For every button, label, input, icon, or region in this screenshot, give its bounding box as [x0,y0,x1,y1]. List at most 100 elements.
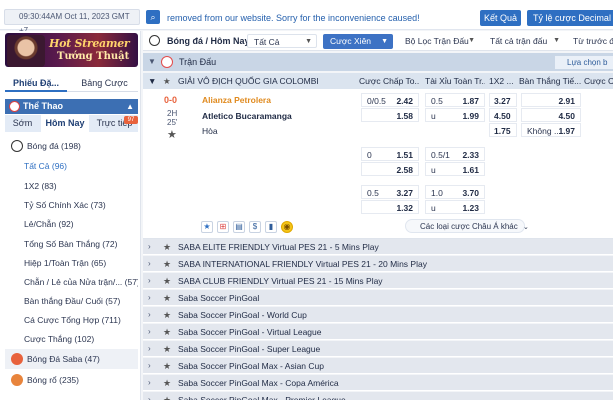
league-row[interactable]: › ★ Saba Soccer PinGoal Max - Copa América [143,375,613,391]
star-icon[interactable]: ★ [163,324,171,340]
announcement-marquee[interactable]: removed from our website. Sorry for the … [167,11,472,25]
sidebar-subitem[interactable]: Lẻ/Chẵn (92) [5,214,138,234]
star-icon[interactable]: ★ [163,239,171,255]
match-minute: 25' [167,118,178,127]
sidebar-subitem[interactable]: Tỷ Số Chính Xác (73) [5,195,138,215]
star-icon[interactable]: ★ [163,341,171,357]
star-icon[interactable]: ★ [163,73,171,89]
1x2-away-odds[interactable]: 4.50 [489,108,517,122]
sports-header[interactable]: Thể Thao ▲ [5,99,138,114]
tab-today[interactable]: Hôm Nay [41,115,89,132]
next-goal-away-odds[interactable]: 4.50 [521,108,581,122]
select-leagues-button[interactable]: Lựa chọn b [555,56,613,69]
chevron-down-icon[interactable]: ▼ [148,53,156,71]
over-odds[interactable]: 1.0 3.70 [425,185,485,199]
sidebar-subitem[interactable]: 1X2 (83) [5,176,138,196]
sort-dropdown[interactable]: Từ trước đế [567,34,613,48]
star-icon[interactable]: ★ [163,290,171,306]
star-icon[interactable]: ★ [163,392,171,400]
over-odds[interactable]: 0.5/1 2.33 [425,147,485,161]
handicap-away-odds[interactable]: 2.58 [361,162,419,176]
chevron-up-icon[interactable]: ▲ [126,99,134,114]
sidebar-subitem[interactable]: Bàn thắng Đầu/ Cuối (57) [5,291,138,311]
chevron-right-icon[interactable]: › [148,375,151,391]
next-goal-none-odds[interactable]: Không ... 1.97 [521,123,581,137]
chevron-right-icon[interactable]: › [148,307,151,323]
market-filter-dropdown[interactable]: Tất Cả ▼ [247,34,317,48]
chevron-right-icon[interactable]: › [148,324,151,340]
league-row[interactable]: › ★ Saba Soccer PinGoal Max - Asian Cup [143,358,613,374]
promo-banner[interactable]: Hot Streamer Tướng Thuật [5,33,138,67]
match-filter-dropdown[interactable]: Bộ Lọc Trận Đấu ▼ [399,34,479,48]
chevron-right-icon[interactable]: › [148,256,151,272]
star-icon[interactable]: ★ [163,256,171,272]
section-title: Trận Đấu [179,57,217,67]
league-row[interactable]: › ★ SABA INTERNATIONAL FRIENDLY Virtual PE… [143,256,613,272]
favorite-star-icon[interactable]: ★ [167,128,177,141]
1x2-draw-odds[interactable]: 1.75 [489,123,517,137]
chevron-right-icon[interactable]: › [148,341,151,357]
sidebar-subitem[interactable]: Chẵn / Lẻ của Nửa trận/... (57) [5,272,138,292]
sidebar-subitem[interactable]: Hiệp 1/Toàn Trận (65) [5,253,138,273]
league-row[interactable]: › ★ SABA ELITE FRIENDLY Virtual PES 21 - 5… [143,239,613,255]
sidebar-subitem[interactable]: Tổng Số Bàn Thắng (72) [5,234,138,254]
chevron-down-icon[interactable]: ▼ [148,73,156,89]
league-row[interactable]: › ★ Saba Soccer PinGoal [143,290,613,306]
star-icon[interactable]: ★ [163,307,171,323]
league-header[interactable]: ▼ ★ GIẢI VÔ ĐỊCH QUỐC GIA COLOMBIA Cược … [143,73,613,89]
league-row[interactable]: › ★ Saba Soccer PinGoal - Virtual League [143,324,613,340]
sidebar-subitem[interactable]: Cá Cược Tổng Hợp (711) [5,310,138,330]
under-odds[interactable]: u 1.61 [425,162,485,176]
chevron-right-icon[interactable]: › [148,392,151,400]
star-icon[interactable]: ★ [163,375,171,391]
handicap-home-odds[interactable]: 0.5 3.27 [361,185,419,199]
results-button[interactable]: Kết Quả [480,10,521,26]
chevron-right-icon[interactable]: › [148,239,151,255]
list-icon[interactable]: ▤ [233,221,245,233]
over-odds[interactable]: 0.5 1.87 [425,93,485,107]
tab-bet-list[interactable]: Bảng Cược [71,74,138,92]
sidebar-subitem[interactable]: Tất Cả (96) [5,156,138,176]
tab-early[interactable]: Sớm [5,115,40,132]
under-odds[interactable]: u 1.99 [425,108,485,122]
1x2-home-odds[interactable]: 3.27 [489,93,517,107]
more-asian-bets-button[interactable]: Các loại cược Châu Á khác ⌄ [405,219,529,233]
no-goal-label: Không ... [527,126,562,136]
sidebar-item-football[interactable]: Bóng đá (198) [5,136,138,156]
match-score: 0-0 [164,95,178,105]
league-name: Saba Soccer PinGoal - Virtual League [178,327,322,337]
league-filter-dropdown[interactable]: Tất cả trận đấu ▼ [484,34,564,48]
star-icon[interactable]: ★ [163,358,171,374]
chevron-right-icon[interactable]: › [148,358,151,374]
handicap-away-odds[interactable]: 1.58 [361,108,419,122]
sidebar-item-basketball[interactable]: Bóng rổ (235) [5,370,138,390]
chevron-right-icon[interactable]: › [148,273,151,289]
chart-icon[interactable]: ▮ [265,221,277,233]
tab-bet-slip[interactable]: Phiếu Đặ... [5,74,67,92]
chevron-right-icon[interactable]: › [148,290,151,306]
odds-type-dropdown[interactable]: Tỷ lệ cược Decimal [527,10,613,26]
search-icon[interactable]: ⌕ [146,10,160,24]
handicap-home-odds[interactable]: 0/0.5 2.42 [361,93,419,107]
saba-ball-icon [11,353,23,365]
section-header[interactable]: ▼ Trận Đấu Lựa chọn b [143,53,613,71]
favorite-star-icon[interactable]: ★ [201,221,213,233]
live-stream-icon[interactable]: ◉ [281,221,293,233]
handicap-away-odds[interactable]: 1.32 [361,200,419,214]
odds-value: 2.91 [558,96,575,106]
league-row[interactable]: › ★ Saba Soccer PinGoal Max - Premier Leag… [143,392,613,400]
sidebar-item-saba-football[interactable]: Bóng Đá Saba (47) [5,349,138,369]
league-row[interactable]: › ★ SABA CLUB FRIENDLY Virtual PES 21 - 15… [143,273,613,289]
handicap-line: 0/0.5 [367,96,386,106]
money-icon[interactable]: $ [249,221,261,233]
button-label: Các loại cược Châu Á khác [420,222,518,231]
handicap-home-odds[interactable]: 0 1.51 [361,147,419,161]
league-row[interactable]: › ★ Saba Soccer PinGoal - World Cup [143,307,613,323]
under-odds[interactable]: u 1.23 [425,200,485,214]
sidebar-subitem[interactable]: Cược Thắng (102) [5,329,138,349]
league-row[interactable]: › ★ Saba Soccer PinGoal - Super League [143,341,613,357]
parlay-button[interactable]: Cược Xiên ▼ [323,34,393,49]
next-goal-home-odds[interactable]: 2.91 [521,93,581,107]
star-icon[interactable]: ★ [163,273,171,289]
stats-icon[interactable]: ⊞ [217,221,229,233]
